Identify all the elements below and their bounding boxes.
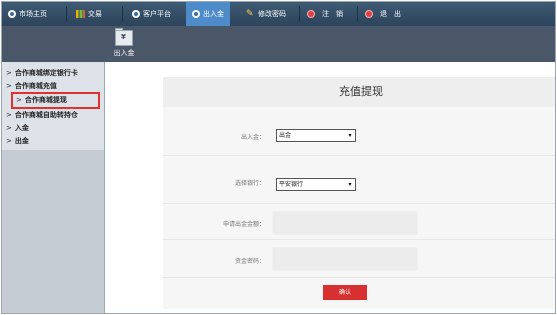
nav-client-platform[interactable]: 客户平台 <box>132 2 171 26</box>
sidebar-item-label: 出金 <box>14 136 29 145</box>
row-divider <box>163 239 555 240</box>
sidebar-item-label: 入金 <box>14 123 29 132</box>
nav-label: 交易 <box>88 10 102 18</box>
sidebar-empty-area <box>2 150 104 313</box>
recharge-withdraw-panel: 充值提现 出入金： 出金 ▾ 选择银行： 平安银行 ▾ 申请出金金额： 资金密码… <box>163 77 555 309</box>
password-label: 资金密码： <box>234 258 265 265</box>
tool-label: 出入金 <box>113 49 135 57</box>
sidebar-item-label: 合作商城充值 <box>14 81 57 90</box>
sidebar-item-deposit[interactable]: > 入金 <box>6 122 29 134</box>
nav-change-password[interactable]: ✎ 修改密码 <box>246 2 286 26</box>
nav-label: 修改密码 <box>258 10 286 18</box>
nav-divider <box>357 6 358 22</box>
chevron-right-icon: > <box>6 82 12 90</box>
panel-title: 充值提现 <box>163 77 555 107</box>
amount-label: 申请出金金额： <box>222 221 265 228</box>
nav-divider <box>122 6 123 22</box>
globe-icon <box>8 10 16 18</box>
sidebar: > 合作商城绑定银行卡 > 合作商城充值 > 合作商城提现 > 合作商城自助转持仓 > 入… <box>2 62 105 313</box>
sidebar-item-label: 合作商城绑定银行卡 <box>14 68 78 77</box>
nav-trade[interactable]: 交易 <box>76 2 102 26</box>
folder-yen-icon: ¥ <box>114 28 134 47</box>
row-divider <box>163 277 555 278</box>
dropdown-arrow-icon: ▾ <box>348 132 352 139</box>
nav-label: 退 出 <box>380 10 401 18</box>
selection-highlight-box <box>11 92 100 109</box>
power-icon <box>307 10 315 18</box>
sidebar-item-label: 合作商城自助转持仓 <box>14 110 78 119</box>
nav-exit[interactable]: 退 出 <box>365 2 401 26</box>
nav-deposit-withdraw[interactable]: 出入金 <box>186 2 230 26</box>
module-toolbar: ¥ 出入金 <box>2 26 555 62</box>
sidebar-item-bind-bank-card[interactable]: > 合作商城绑定银行卡 <box>6 67 78 79</box>
deposit-withdraw-tool[interactable]: ¥ 出入金 <box>110 26 138 62</box>
nav-label: 注 销 <box>322 10 343 18</box>
nav-logout[interactable]: 注 销 <box>307 2 343 26</box>
sidebar-item-withdrawal[interactable]: > 出金 <box>6 135 29 147</box>
confirm-button[interactable]: 确认 <box>323 285 367 300</box>
nav-label: 客户平台 <box>143 10 171 18</box>
key-icon: ✎ <box>246 8 254 19</box>
main-content: 充值提现 出入金： 出金 ▾ 选择银行： 平安银行 ▾ 申请出金金额： 资金密码… <box>105 62 555 313</box>
inout-select[interactable]: 出金 ▾ <box>276 129 356 142</box>
sidebar-item-self-transfer[interactable]: > 合作商城自助转持仓 <box>6 109 78 121</box>
nav-label: 出入金 <box>203 10 224 18</box>
chevron-right-icon: > <box>6 111 12 119</box>
chevron-right-icon: > <box>6 124 12 132</box>
fund-password-input[interactable] <box>272 247 418 271</box>
row-divider <box>163 155 555 156</box>
top-navigation-bar: 市场主页 交易 客户平台 出入金 ✎ 修改密码 注 销 退 出 <box>2 2 555 26</box>
app-window: 市场主页 交易 客户平台 出入金 ✎ 修改密码 注 销 退 出 ¥ 出入金 > … <box>1 1 556 314</box>
chevron-right-icon: > <box>6 69 12 77</box>
globe-icon <box>192 10 200 18</box>
chevron-right-icon: > <box>6 137 12 145</box>
row-divider <box>163 203 555 204</box>
power-icon <box>365 10 373 18</box>
bank-select[interactable]: 平安银行 ▾ <box>276 178 356 191</box>
sidebar-item-recharge[interactable]: > 合作商城充值 <box>6 80 57 92</box>
bank-label: 选择银行： <box>234 180 265 187</box>
globe-icon <box>132 10 140 18</box>
bank-select-value: 平安银行 <box>279 181 304 188</box>
withdraw-amount-input[interactable] <box>272 211 418 235</box>
chart-icon <box>76 10 85 18</box>
dropdown-arrow-icon: ▾ <box>348 181 352 188</box>
nav-market-home[interactable]: 市场主页 <box>8 2 47 26</box>
inout-label: 出入金： <box>240 134 265 141</box>
inout-select-value: 出金 <box>279 132 292 139</box>
nav-label: 市场主页 <box>19 10 47 18</box>
nav-divider <box>66 6 67 22</box>
nav-divider <box>299 6 300 22</box>
